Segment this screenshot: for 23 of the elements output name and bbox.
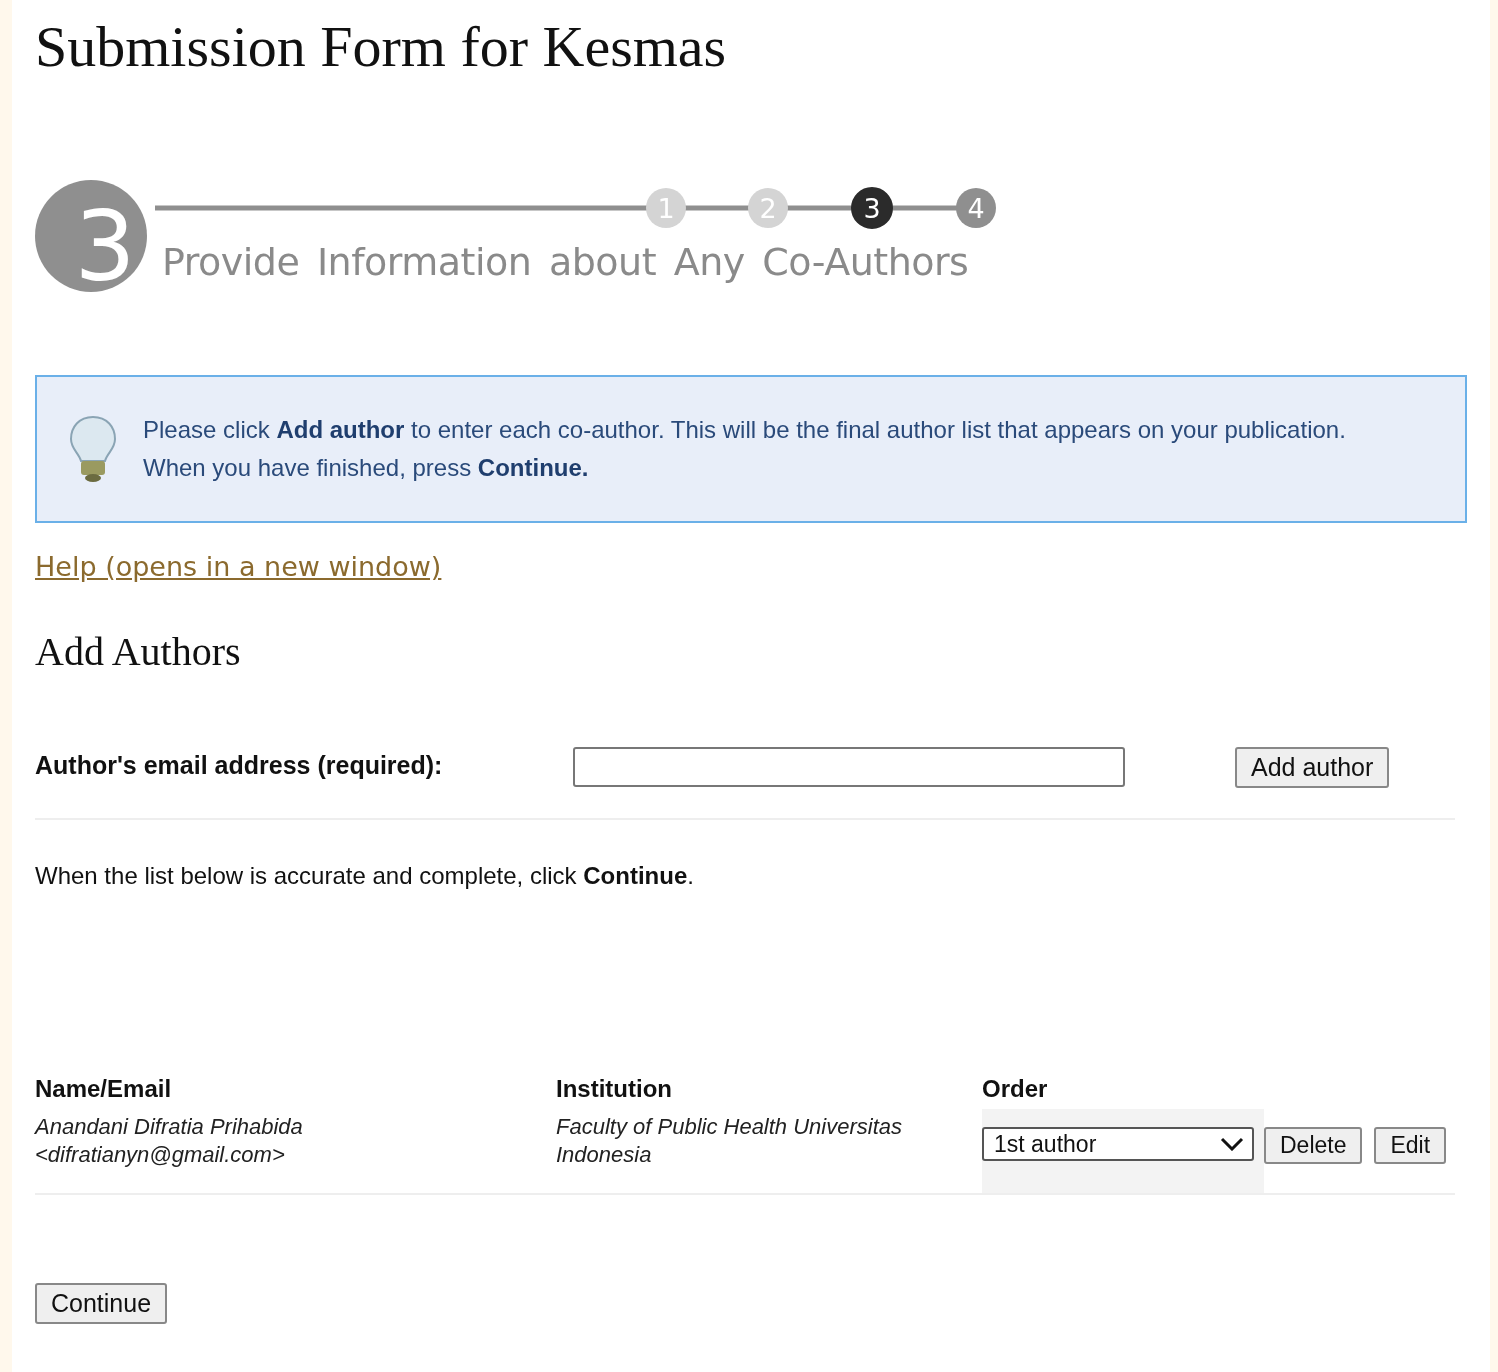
help-link[interactable]: Help (opens in a new window): [35, 551, 442, 582]
column-header: Name/Email: [35, 1075, 173, 1104]
step-indicator: 3: [851, 187, 893, 229]
row-action-button[interactable]: Delete: [1264, 1127, 1363, 1164]
page-title: Submission Form for Kesmas: [35, 13, 728, 81]
row-action-button[interactable]: Edit: [1374, 1127, 1447, 1164]
email-label: Author's email address (required):: [35, 751, 444, 780]
column-header: Institution: [556, 1075, 673, 1104]
info-message: Please click Add author to enter each co-author. This will be the final author list that appears on your publication. When you have finished, press Continue.: [143, 415, 1346, 483]
step-title: Provide Information about Any Co-Authors: [162, 240, 969, 284]
lightbulb-icon: [69, 415, 117, 483]
step-number: 3: [74, 191, 136, 300]
section-title: Add Authors: [35, 628, 242, 675]
chevron-icon: [1220, 1137, 1244, 1151]
institution-cell-text: Faculty of Public Health Universitas Indonesia: [556, 1113, 904, 1169]
continue-button[interactable]: Continue: [35, 1283, 168, 1324]
add-author-button[interactable]: Add author: [1235, 747, 1390, 788]
instruction-text: When the list below is accurate and complete, click Continue.: [35, 862, 695, 890]
column-header: Order: [982, 1075, 1049, 1104]
email-field[interactable]: [573, 747, 1125, 787]
order-dropdown[interactable]: 1st author: [982, 1127, 1254, 1161]
step-indicator: 4: [956, 188, 996, 228]
author-name-cell-text: Anandani Difratia Prihabida <difratianyn@gmail.com>: [35, 1113, 304, 1169]
